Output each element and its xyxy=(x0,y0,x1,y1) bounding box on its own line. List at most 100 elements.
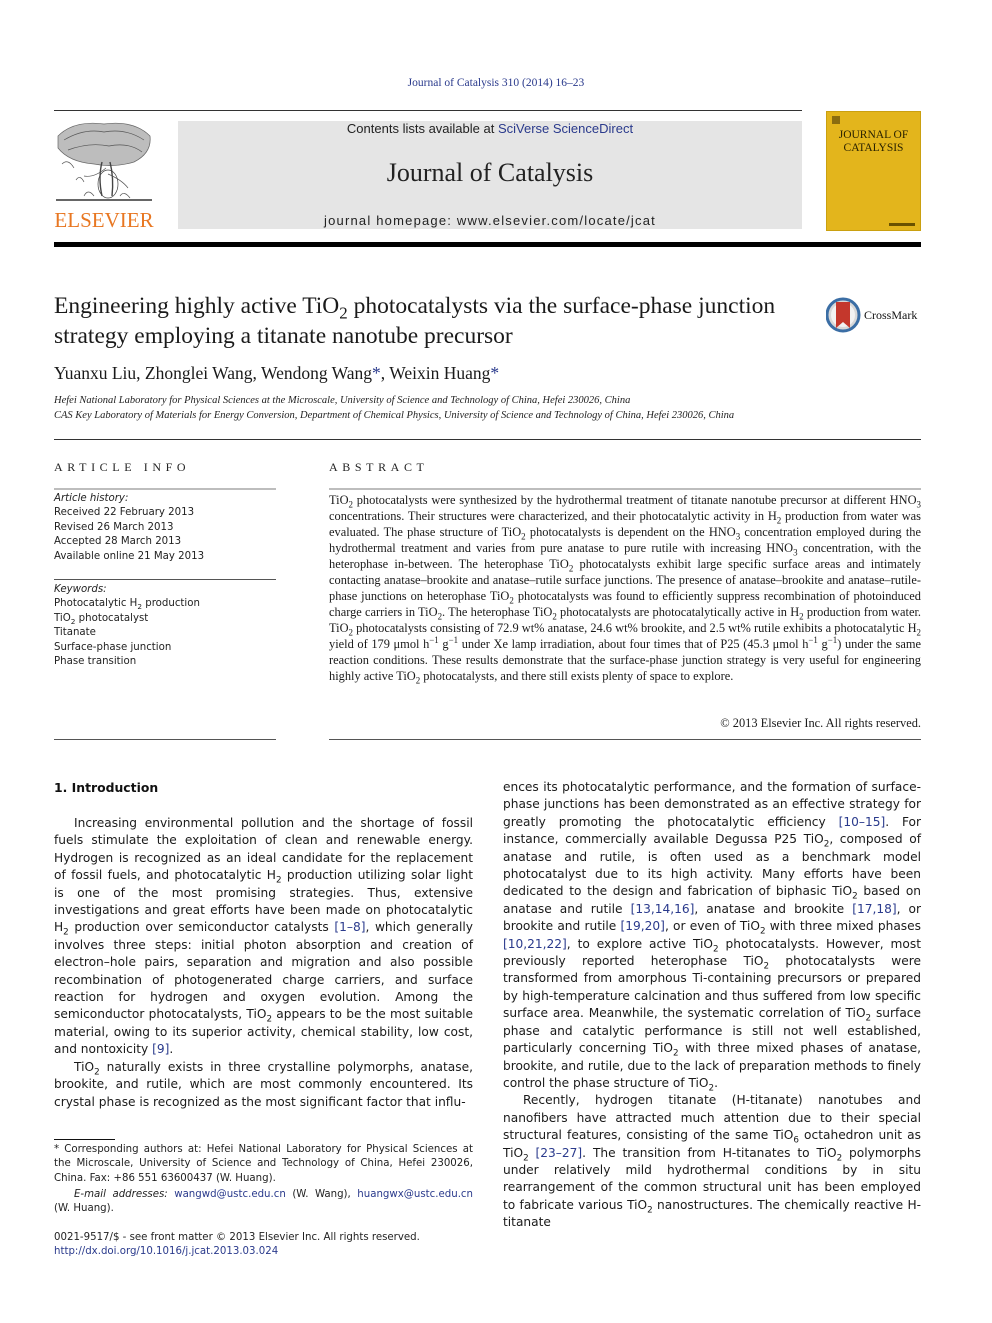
front-matter: 0021-9517/$ - see front matter © 2013 El… xyxy=(54,1231,474,1260)
keyword-list: Photocatalytic H2 production TiO2 photoca… xyxy=(54,597,276,669)
journal-title: Journal of Catalysis xyxy=(386,158,594,187)
corresponding-author-marker[interactable]: * xyxy=(372,363,381,383)
text-run: TiO xyxy=(54,612,71,624)
email-link-huang[interactable]: huangwx@ustc.edu.cn xyxy=(357,1189,473,1200)
cover-title: JOURNAL OF CATALYSIS xyxy=(827,129,920,155)
subscript: 2 xyxy=(523,1152,529,1163)
text-run: under Xe lamp irradiation, about four ti… xyxy=(458,637,809,651)
text-run: . The transition from H-titanates to TiO xyxy=(582,1145,837,1160)
superscript: −1 xyxy=(827,634,838,645)
citation-link[interactable]: [19,20] xyxy=(621,919,665,933)
copyright-line: © 2013 Elsevier Inc. All rights reserved… xyxy=(720,716,921,730)
text-run: photocatalyst xyxy=(75,612,149,624)
author-list: Yuanxu Liu, Zhonglei Wang, Wendong Wang*… xyxy=(54,363,499,384)
author-separator: , xyxy=(136,363,145,383)
text-run: , or even of TiO xyxy=(664,919,760,934)
contents-prefix: Contents lists available at xyxy=(346,121,498,136)
corresponding-author-marker[interactable]: * xyxy=(490,363,499,383)
email-label: E-mail addresses: xyxy=(74,1188,168,1200)
journal-homepage-link[interactable]: journal homepage: www.elsevier.com/locat… xyxy=(178,213,802,228)
cover-title-line2: CATALYSIS xyxy=(843,142,904,154)
email-owner: (W. Wang), xyxy=(285,1188,358,1200)
citation-link[interactable]: [1–8] xyxy=(334,920,365,934)
text-run: , to explore active TiO xyxy=(566,936,713,951)
divider xyxy=(54,739,276,740)
divider xyxy=(54,439,921,440)
keyword: TiO2 photocatalyst xyxy=(54,612,276,626)
author-name[interactable]: Yuanxu Liu xyxy=(54,363,136,383)
title-subscript: 2 xyxy=(339,303,348,323)
superscript: −1 xyxy=(808,634,818,645)
paragraph: Recently, hydrogen titanate (H-titanate)… xyxy=(503,1092,921,1231)
keyword: Photocatalytic H2 production xyxy=(54,597,276,611)
keyword: Phase transition xyxy=(54,655,276,669)
divider xyxy=(329,739,921,740)
history-received: Received 22 February 2013 xyxy=(54,507,195,519)
corresponding-author-note: * Corresponding authors at: Hefei Nation… xyxy=(54,1144,473,1184)
keyword: Titanate xyxy=(54,626,276,640)
text-run: photocatalysts consisting of 72.9 wt% an… xyxy=(352,621,917,635)
citation-link[interactable]: [17,18] xyxy=(852,902,896,916)
history-revised: Revised 26 March 2013 xyxy=(54,521,174,533)
text-run: g xyxy=(817,637,828,651)
abstract-heading: ABSTRACT xyxy=(329,460,429,474)
text-run: naturally exists in three crystalline po… xyxy=(54,1059,473,1109)
text-run: Titanate xyxy=(54,627,96,639)
crossmark-icon xyxy=(826,297,861,333)
citation-link[interactable]: [9] xyxy=(152,1042,169,1056)
text-run: yield of 179 μmol h xyxy=(329,637,430,651)
text-run: . The heterophase TiO xyxy=(442,605,553,619)
elsevier-tree-icon xyxy=(54,118,154,204)
contents-line: Contents lists available at SciVerse Sci… xyxy=(178,121,802,136)
text-run: Phase transition xyxy=(54,656,137,668)
header-top-rule xyxy=(54,110,802,111)
paragraph: ences its photocatalytic performance, an… xyxy=(503,779,921,1093)
text-run: TiO xyxy=(74,1059,95,1074)
crossmark-label: CrossMark xyxy=(864,308,918,322)
section-heading-introduction: 1. Introduction xyxy=(54,780,159,795)
footnote-rule xyxy=(54,1139,115,1140)
body-right-column: ences its photocatalytic performance, an… xyxy=(503,779,921,1232)
cover-title-line1: JOURNAL OF xyxy=(838,129,909,141)
text-run: photocatalysts, and there still exists p… xyxy=(420,669,734,683)
subscript: 2 xyxy=(916,627,921,638)
elsevier-wordmark: ELSEVIER xyxy=(54,208,154,232)
footnotes: * Corresponding authors at: Hefei Nation… xyxy=(54,1143,473,1216)
citation-link[interactable]: [10,21,22] xyxy=(503,937,567,951)
body-left-column: Increasing environmental pollution and t… xyxy=(54,815,473,1111)
cover-emblem-icon xyxy=(832,116,840,124)
author-name[interactable]: Zhonglei Wang xyxy=(145,363,253,383)
subscript: 3 xyxy=(916,499,921,510)
text-run: Photocatalytic H xyxy=(54,598,138,610)
keyword: Surface-phase junction xyxy=(54,641,276,655)
email-owner: (W. Huang). xyxy=(54,1203,114,1215)
affiliation: Hefei National Laboratory for Physical S… xyxy=(54,395,631,406)
journal-cover-thumbnail[interactable]: JOURNAL OF CATALYSIS xyxy=(826,111,921,231)
text-run: g xyxy=(438,637,449,651)
title-part1: Engineering highly active TiO xyxy=(54,293,340,319)
paragraph: TiO2 naturally exists in three crystalli… xyxy=(54,1059,473,1111)
doi-link[interactable]: http://dx.doi.org/10.1016/j.jcat.2013.03… xyxy=(54,1246,278,1257)
superscript: −1 xyxy=(429,634,439,645)
journal-reference-link[interactable]: Journal of Catalysis 310 (2014) 16–23 xyxy=(0,77,992,89)
text-run: , anatase and brookite xyxy=(694,901,853,916)
elsevier-logo[interactable]: ELSEVIER xyxy=(54,118,154,232)
sciencedirect-link[interactable]: SciVerse ScienceDirect xyxy=(498,121,633,136)
text-run: . xyxy=(169,1042,174,1057)
author-name[interactable]: Weixin Huang xyxy=(389,363,490,383)
history-label: Article history: xyxy=(54,493,129,504)
author-separator: , xyxy=(380,363,390,383)
header-thick-rule xyxy=(54,242,921,247)
citation-link[interactable]: [23–27] xyxy=(536,1146,583,1160)
text-run: with three mixed phases xyxy=(765,919,921,934)
text-run: concentrations. Their structures were ch… xyxy=(329,509,777,523)
article-title: Engineering highly active TiO2 photocata… xyxy=(54,291,794,351)
text-run xyxy=(529,1146,536,1160)
citation-link[interactable]: [10–15] xyxy=(839,815,886,829)
author-name[interactable]: Wendong Wang xyxy=(261,363,372,383)
citation-link[interactable]: [13,14,16] xyxy=(631,902,695,916)
email-note: E-mail addresses: wangwd@ustc.edu.cn (W.… xyxy=(54,1188,473,1217)
author-separator: , xyxy=(252,363,261,383)
email-link-wang[interactable]: wangwd@ustc.edu.cn xyxy=(174,1189,286,1200)
crossmark-badge[interactable]: CrossMark xyxy=(826,297,926,333)
